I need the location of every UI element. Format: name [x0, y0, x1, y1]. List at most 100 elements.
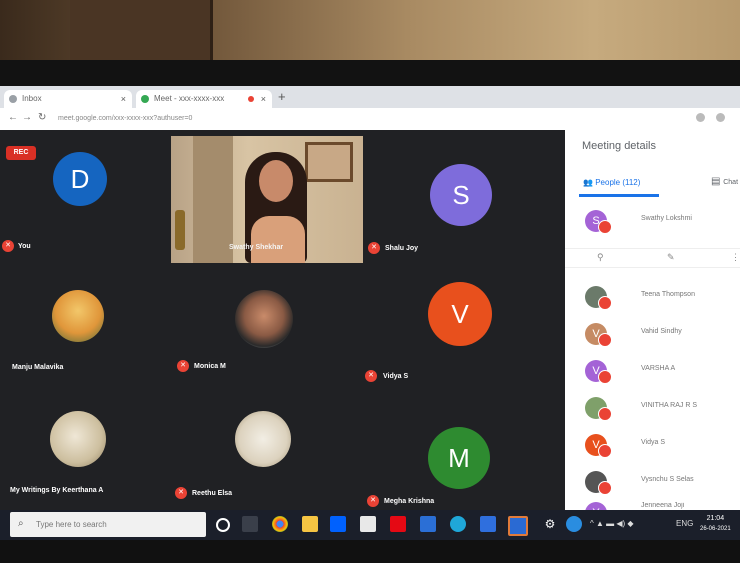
clock-time: 21:04 — [706, 515, 725, 522]
mic-muted-icon — [598, 481, 612, 495]
picture-frame — [305, 142, 353, 182]
chrome-icon[interactable] — [272, 516, 288, 532]
mic-muted-icon — [598, 220, 612, 234]
cortana-icon[interactable] — [216, 518, 230, 532]
browser-tab-inbox[interactable]: Inbox × — [4, 90, 132, 108]
search-icon: ⌕ — [18, 518, 24, 529]
participant-name: Vidya S — [383, 373, 409, 380]
chat-icon: ▤ — [711, 176, 721, 187]
people-list-item[interactable]: S Swathy Lokshmi — [585, 210, 735, 234]
taskbar-search-box[interactable]: ⌕ Type here to search — [10, 512, 206, 537]
zoom-app-icon[interactable] — [508, 516, 528, 536]
person-name: VARSHA A — [641, 365, 676, 372]
participant-name: Reethu Elsa — [192, 490, 233, 497]
people-tab-label: People (112) — [595, 178, 641, 187]
url-field[interactable]: meet.google.com/xxx-xxxx-xxx?authuser=0 — [58, 112, 658, 126]
mic-muted-icon — [598, 407, 612, 421]
tab-people[interactable]: 👥 People (112) — [583, 178, 640, 187]
participant-name: Manju Malavika — [12, 364, 64, 371]
search-placeholder: Type here to search — [36, 520, 107, 529]
profile-avatar-icon[interactable] — [716, 113, 725, 122]
system-tray-icons[interactable]: ^ ▲ ▬ ◀) ◆ — [590, 519, 634, 528]
tab-chat[interactable]: ▤ Chat — [711, 176, 738, 187]
participant-name: Swathy Shekhar — [229, 244, 284, 251]
participant-tile[interactable]: ✕ Reethu Elsa — [165, 395, 365, 510]
person-name: VINITHA RAJ R S — [641, 402, 698, 409]
file-explorer-icon[interactable] — [302, 516, 318, 532]
monitor-bezel-top — [0, 60, 740, 86]
participant-tile[interactable]: Manju Malavika — [0, 270, 165, 380]
task-view-icon[interactable] — [242, 516, 258, 532]
panel-title: Meeting details — [582, 140, 656, 152]
pin-icon[interactable]: ⚲ — [597, 252, 604, 263]
skype-icon[interactable] — [566, 516, 582, 532]
forward-arrow-icon[interactable]: → — [22, 112, 32, 123]
people-list-item[interactable]: Y Jenneena Joji — [585, 502, 735, 510]
meet-favicon-icon — [141, 95, 149, 103]
camera-indicator-icon[interactable] — [696, 113, 705, 122]
settings-gear-icon[interactable]: ⚙ — [542, 516, 558, 532]
mail-icon[interactable] — [480, 516, 496, 532]
participant-tile[interactable]: My Writings By Keerthana A — [0, 395, 165, 510]
participant-photo — [235, 290, 293, 348]
app-icon[interactable] — [420, 516, 436, 532]
lamp — [175, 210, 185, 250]
edge-icon[interactable] — [450, 516, 466, 532]
people-list-item[interactable]: V Vahid Sindhy — [585, 323, 735, 347]
participant-tile[interactable]: ✕ Monica M — [165, 270, 365, 380]
mic-muted-icon — [598, 296, 612, 310]
mic-muted-icon: ✕ — [175, 487, 187, 499]
participant-tile[interactable]: S ✕ Shalu Joy — [365, 130, 565, 255]
participant-tile[interactable]: V ✕ Vidya S — [365, 270, 565, 382]
participant-photo — [235, 411, 291, 467]
language-indicator[interactable]: ENG — [676, 519, 693, 528]
participant-avatar: S — [430, 164, 492, 226]
curtain — [193, 136, 233, 263]
meeting-details-panel: Meeting details 👥 People (112) ▤ Chat S … — [565, 130, 740, 510]
participant-tile[interactable]: M ✕ Megha Krishna — [365, 395, 565, 510]
recording-dot-icon — [248, 96, 254, 102]
person-name: Swathy Lokshmi — [641, 215, 692, 222]
person-name: Teena Thompson — [641, 291, 695, 298]
close-tab-icon[interactable]: × — [261, 90, 266, 108]
mic-muted-icon: ✕ — [177, 360, 189, 372]
participant-avatar: D — [53, 152, 107, 206]
new-tab-button[interactable]: + — [278, 89, 286, 104]
people-list-item[interactable]: Vysnchu S Selas — [585, 471, 735, 495]
monitor-screen: Inbox × Meet - xxx-xxxx-xxx × + ← → ↻ me… — [0, 86, 740, 540]
gmail-favicon-icon — [9, 95, 17, 103]
participant-video[interactable]: Swathy Shekhar — [171, 136, 363, 263]
more-icon[interactable]: ⋮ — [731, 252, 740, 263]
chat-tab-label: Chat — [723, 179, 739, 186]
participant-avatar: V — [428, 282, 492, 346]
back-arrow-icon[interactable]: ← — [8, 112, 18, 123]
person-name: Vidya S — [641, 439, 665, 446]
person-name: Vysnchu S Selas — [641, 476, 694, 483]
participant-name: Monica M — [194, 363, 226, 370]
people-list-item[interactable]: Teena Thompson — [585, 286, 735, 310]
mic-muted-icon: ✕ — [367, 495, 379, 507]
mic-muted-icon — [598, 333, 612, 347]
browser-tab-meet[interactable]: Meet - xxx-xxxx-xxx × — [136, 90, 272, 108]
taskbar-clock[interactable]: 21:04 26-06-2021 — [700, 514, 731, 534]
people-list-item[interactable]: V Vidya S — [585, 434, 735, 458]
close-tab-icon[interactable]: × — [121, 90, 126, 108]
tab-label: Inbox — [22, 94, 42, 103]
people-list-item[interactable]: V VARSHA A — [585, 360, 735, 384]
address-bar: ← → ↻ meet.google.com/xxx-xxxx-xxx?authu… — [0, 108, 740, 131]
people-icon: 👥 — [583, 178, 593, 187]
mic-muted-icon — [598, 444, 612, 458]
participant-photo — [52, 290, 104, 342]
mute-icon[interactable]: ✎ — [667, 252, 675, 263]
mic-muted-icon: ✕ — [2, 240, 14, 252]
participant-name: My Writings By Keerthana A — [10, 487, 104, 494]
dropbox-icon[interactable] — [330, 516, 346, 532]
reload-icon[interactable]: ↻ — [38, 112, 46, 123]
people-list-item[interactable]: VINITHA RAJ R S — [585, 397, 735, 421]
participant-tile[interactable]: D ✕ You — [0, 130, 165, 255]
speaker-face — [259, 160, 293, 202]
windows-taskbar: ⌕ Type here to search ⚙ ^ ▲ ▬ ◀) ◆ ENG 2… — [0, 510, 740, 540]
netflix-icon[interactable] — [390, 516, 406, 532]
monitor-bezel-bottom — [0, 540, 740, 563]
store-icon[interactable] — [360, 516, 376, 532]
